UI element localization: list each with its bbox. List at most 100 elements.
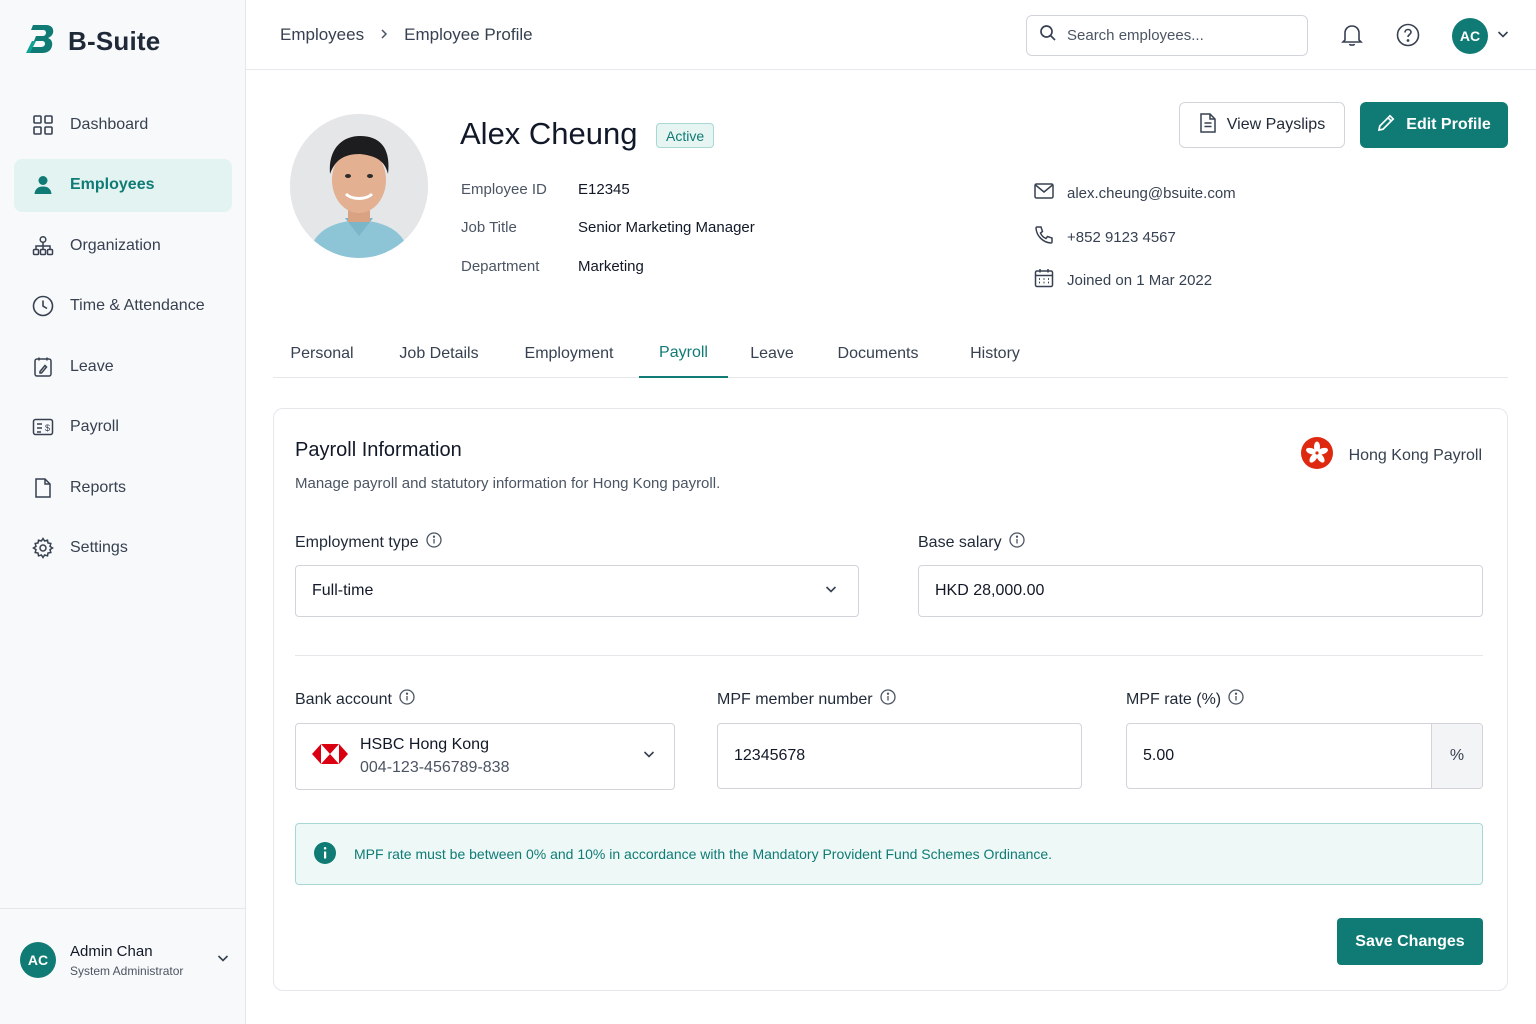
mpf-member-label-text: MPF member number [717, 690, 873, 708]
sidebar-item-label: Settings [70, 539, 128, 556]
contact-phone: +852 9123 4567 [1034, 225, 1176, 249]
chevron-right-icon [378, 25, 390, 45]
brand-name: B-Suite [68, 26, 161, 56]
sidebar-item-employees[interactable]: Employees [14, 158, 232, 212]
payroll-card: Payroll Information Manage payroll and s… [273, 408, 1508, 991]
sidebar-item-payroll[interactable]: $ Payroll [14, 401, 232, 454]
sidebar-item-label: Reports [70, 478, 127, 496]
breadcrumb-employees[interactable]: Employees [280, 25, 364, 45]
view-payslips-label: View Payslips [1226, 116, 1326, 133]
tab-payroll[interactable]: Payroll [639, 330, 728, 378]
alert-text: MPF rate must be between 0% and 10% in a… [354, 846, 1053, 862]
search-box [1026, 15, 1308, 56]
chevron-down-icon [216, 951, 230, 970]
chevron-down-icon [1496, 27, 1510, 46]
tab-documents[interactable]: Documents [825, 330, 931, 378]
employee-name: Alex Cheung [460, 116, 638, 151]
user-role: System Administrator [70, 963, 184, 978]
sidebar-nav: Dashboard Employees Organization Time & … [14, 98, 232, 582]
info-icon[interactable] [879, 689, 896, 710]
email-text[interactable]: alex.cheung@bsuite.com [1067, 185, 1236, 202]
sidebar-user-section: AC Admin Chan System Administrator [0, 908, 245, 1024]
bank-account-label: Bank account [295, 689, 415, 710]
search-input[interactable] [1067, 27, 1287, 44]
chevron-down-icon [824, 582, 838, 601]
clock-icon [32, 295, 54, 317]
breadcrumb: Employees Employee Profile [280, 25, 533, 45]
region-label: Hong Kong Payroll [1348, 446, 1482, 464]
sidebar-item-organization[interactable]: Organization [14, 219, 232, 272]
payroll-icon: $ [32, 416, 54, 438]
hong-kong-flag-icon [1300, 437, 1333, 474]
file-icon [32, 477, 54, 499]
edit-profile-button[interactable]: Edit Profile [1360, 102, 1508, 148]
job-title-value: Senior Marketing Manager [578, 219, 755, 236]
section-divider [295, 655, 1483, 656]
avatar: AC [1452, 18, 1488, 54]
bank-account-select[interactable]: HSBC Hong Kong 004-123-456789-838 [295, 723, 675, 790]
avatar: AC [20, 942, 56, 978]
chevron-down-icon [642, 747, 656, 766]
view-payslips-button[interactable]: View Payslips [1179, 102, 1345, 148]
bank-account-label-text: Bank account [295, 690, 392, 708]
card-subtitle: Manage payroll and statutory information… [295, 475, 721, 492]
base-salary-label: Base salary [918, 532, 1025, 553]
sidebar-item-leave[interactable]: Leave [14, 340, 232, 393]
search-icon [1039, 24, 1057, 47]
sidebar-item-label: Dashboard [70, 115, 149, 133]
sidebar-item-label: Employees [70, 176, 155, 193]
employment-type-value: Full-time [312, 582, 374, 599]
contact-joined: Joined on 1 Mar 2022 [1034, 268, 1212, 292]
bank-account-number: 004-123-456789-838 [360, 758, 510, 776]
sidebar-item-dashboard[interactable]: Dashboard [14, 98, 232, 151]
tab-job-details[interactable]: Job Details [386, 330, 492, 378]
grid-icon [32, 114, 54, 136]
base-salary-label-text: Base salary [918, 533, 1002, 551]
phone-text: +852 9123 4567 [1067, 228, 1176, 246]
sidebar-item-settings[interactable]: Settings [14, 522, 232, 575]
help-icon[interactable] [1395, 22, 1421, 48]
bank-name: HSBC Hong Kong [360, 736, 489, 754]
percent-suffix: % [1431, 724, 1482, 788]
sidebar: B-Suite Dashboard Employees Organization… [0, 0, 246, 1024]
info-icon[interactable] [1228, 689, 1244, 710]
info-filled-icon [314, 841, 336, 867]
current-user-menu[interactable]: AC Admin Chan System Administrator [20, 942, 230, 978]
tab-employment[interactable]: Employment [511, 330, 627, 378]
mpf-info-alert: MPF rate must be between 0% and 10% in a… [295, 823, 1483, 885]
phone-icon [1034, 225, 1054, 249]
mpf-rate-field: 5.00 % [1126, 723, 1483, 789]
base-salary-input[interactable]: HKD 28,000.00 [918, 565, 1483, 617]
info-icon[interactable] [1008, 532, 1025, 553]
joined-text: Joined on 1 Mar 2022 [1067, 271, 1213, 289]
status-badge: Active [656, 123, 715, 148]
top-header: Employees Employee Profile AC [246, 0, 1536, 70]
info-icon[interactable] [399, 689, 415, 710]
sidebar-item-reports[interactable]: Reports [14, 461, 232, 514]
calendar-edit-icon [32, 356, 54, 378]
region-tag: Hong Kong Payroll [1300, 437, 1482, 474]
sidebar-item-label: Organization [70, 236, 161, 254]
tab-history[interactable]: History [956, 330, 1034, 378]
profile-photo [290, 114, 428, 258]
tab-leave[interactable]: Leave [739, 330, 805, 378]
employment-type-select[interactable]: Full-time [295, 565, 859, 617]
edit-profile-label: Edit Profile [1406, 116, 1491, 133]
sidebar-item-label: Leave [70, 357, 114, 375]
card-title: Payroll Information [295, 439, 462, 461]
mpf-rate-input[interactable]: 5.00 [1127, 747, 1431, 765]
notification-bell-icon[interactable] [1339, 22, 1365, 48]
mpf-member-label: MPF member number [717, 689, 896, 710]
brand[interactable]: B-Suite [24, 22, 160, 61]
sidebar-item-time-attendance[interactable]: Time & Attendance [14, 280, 232, 333]
breadcrumb-current: Employee Profile [404, 25, 533, 44]
calendar-icon [1034, 268, 1054, 292]
employee-id-label: Employee ID [461, 181, 547, 198]
header-user-menu[interactable]: AC [1452, 18, 1510, 54]
mpf-member-input[interactable]: 12345678 [717, 723, 1082, 789]
info-icon[interactable] [425, 532, 442, 553]
person-icon [32, 174, 54, 196]
save-changes-button[interactable]: Save Changes [1337, 918, 1483, 965]
mpf-rate-label-text: MPF rate (%) [1126, 690, 1222, 708]
tab-personal[interactable]: Personal [273, 330, 371, 378]
